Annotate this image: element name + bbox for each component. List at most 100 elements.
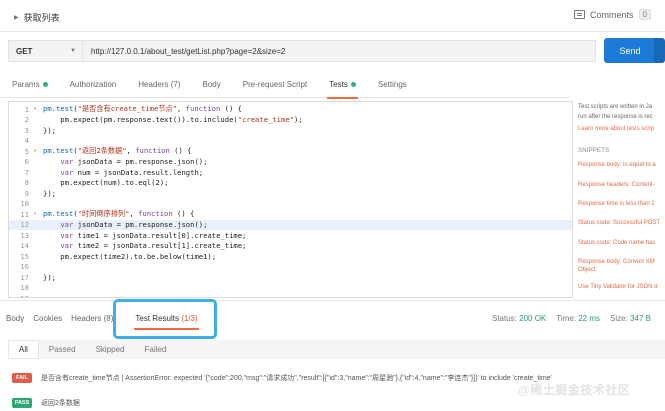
method-value: GET [16,46,33,56]
line-number: 5 [24,146,29,156]
snippet-link[interactable]: Status code: Code name has [578,240,655,246]
fold-arrow-icon[interactable]: ▾ [31,106,39,112]
tab-label: Body [202,80,221,89]
request-name: 获取列表 [23,13,60,23]
learn-more-link[interactable]: Learn more about tests scrip [578,126,654,132]
code-line: 7 var num = jsonData.result.length; [9,167,572,178]
snippet-link[interactable]: Response headers: Content- [578,182,655,188]
fold-arrow-icon[interactable]: ▾ [31,148,39,154]
line-number: 3 [24,125,29,135]
annotation-highlight-box [113,299,217,339]
fail-badge: FAIL [12,373,32,383]
response-tab-body[interactable]: Body [6,314,24,323]
status-meta: Status: 200 OK [492,314,546,323]
snippet-link[interactable]: Response body: Is equal to a [578,162,656,168]
code-line: 19 [9,293,572,297]
url-input[interactable]: http://127.0.0.1/about_test/getList.php?… [82,40,596,62]
side-intro-line-1: Test scripts are written in Ja [578,104,653,110]
code-text: }); [43,188,56,198]
line-number: 10 [20,199,29,209]
send-label: Send [619,45,641,56]
size-value: 347 B [630,314,651,323]
status-dot-icon [350,82,356,87]
code-text: var num = jsonData.result.length; [60,167,204,177]
snippet-link[interactable]: Response time is less than 2 [578,201,655,207]
request-title[interactable]: ▶ 获取列表 [14,11,60,24]
code-text: pm.test("时间倒序排列", function () { [43,209,195,219]
request-tabs: Params Authorization Headers (7) Body Pre-re… [0,72,570,99]
code-line: 12 var jsonData = pm.response.json(); [9,219,572,230]
tab-label: Authorization [69,80,117,89]
tab-body[interactable]: Body [203,72,221,98]
send-button[interactable]: Send [604,38,656,63]
caret-right-icon[interactable]: ▶ [14,14,19,21]
comments-button[interactable]: Comments 0 [574,9,651,20]
tab-headers-7[interactable]: Headers (7) [138,72,180,98]
code-text: pm.expect(time2).to.be.below(time1); [43,251,217,261]
line-number: 8 [24,178,29,188]
tab-settings[interactable]: Settings [378,72,407,98]
tab-label: Params [12,80,40,89]
fold-arrow-icon[interactable]: ▾ [31,211,39,217]
status-dot-icon [42,82,48,87]
watermark: @稀土掘金技术社区 [518,383,631,397]
line-number: 14 [20,241,29,251]
test-result-row: PASS 返回2条数据 [12,396,80,410]
code-line: 11 ▾ pm.test("时间倒序排列", function () { [9,209,572,220]
line-number: 15 [20,251,29,261]
code-text: pm.expect(pm.response.text()).to.include… [43,115,303,125]
line-number: 17 [20,272,29,282]
code-line: 1 ▾ pm.test("是否含有create_time节点", function … [9,104,572,115]
filter-passed[interactable]: Passed [39,340,86,359]
line-number: 9 [24,188,29,198]
code-line: 4 [9,136,572,147]
filter-skipped[interactable]: Skipped [86,340,135,359]
status-value: 200 OK [519,314,547,323]
code-line: 16 [9,262,572,273]
tab-tests[interactable]: Tests [327,72,358,99]
tab-label: Tests [329,80,348,89]
test-result-text: 是否含有create_time节点 | AssertionError: expe… [41,375,552,382]
tab-params[interactable]: Params [12,72,48,98]
snippet-link[interactable]: Object [578,267,595,273]
comments-label: Comments [590,9,634,20]
filter-failed[interactable]: Failed [135,340,177,359]
time-label: Time: [556,314,576,323]
send-options-button[interactable] [654,38,665,63]
code-text: pm.test("是否含有create_time节点", function ()… [43,104,242,114]
time-meta: Time: 22 ms [556,314,600,323]
snippet-link[interactable]: Use Tiny Validator for JSON d [578,284,658,290]
time-value: 22 ms [578,314,601,323]
test-script-editor[interactable]: 1 ▾ pm.test("是否含有create_time节点", function … [8,101,573,298]
code-line: 14 var time2 = jsonData.result[1].create… [9,241,572,252]
line-number: 11 [20,209,29,219]
response-tab-headers[interactable]: Headers (8) [71,314,113,323]
code-text: pm.test("返回2条数据", function () { [43,146,192,156]
pass-badge: PASS [12,398,32,408]
line-number: 4 [24,136,29,146]
response-tab-cookies[interactable]: Cookies [33,314,62,323]
tab-pre-request-script[interactable]: Pre-request Script [243,72,307,98]
status-label: Status: [492,314,517,323]
filter-all[interactable]: All [8,340,39,359]
code-line: 13 var time1 = jsonData.result[0].create… [9,230,572,241]
test-result-row: FAIL 是否含有create_time节点 | AssertionError:… [12,371,552,385]
snippet-link[interactable]: Response body: Convert XM [578,259,655,265]
code-text: }); [43,272,56,282]
code-line: 5 ▾ pm.test("返回2条数据", function () { [9,146,572,157]
line-number: 19 [9,294,31,297]
line-number: 18 [20,283,29,293]
code-line: 17}); [9,272,572,283]
snippet-link[interactable]: Status code: Successful POST [578,220,660,226]
code-text: }); [43,125,56,135]
top-bar [0,0,665,32]
code-line: 9}); [9,188,572,199]
method-select[interactable]: GET ▼ [8,40,82,62]
comment-icon [574,10,585,19]
line-number: 13 [20,230,29,240]
tab-label: Settings [377,80,407,89]
tab-authorization[interactable]: Authorization [70,72,117,98]
line-number: 1 [24,104,29,114]
panel-divider [0,300,665,301]
code-text: var time2 = jsonData.result[1].create_ti… [60,241,247,251]
